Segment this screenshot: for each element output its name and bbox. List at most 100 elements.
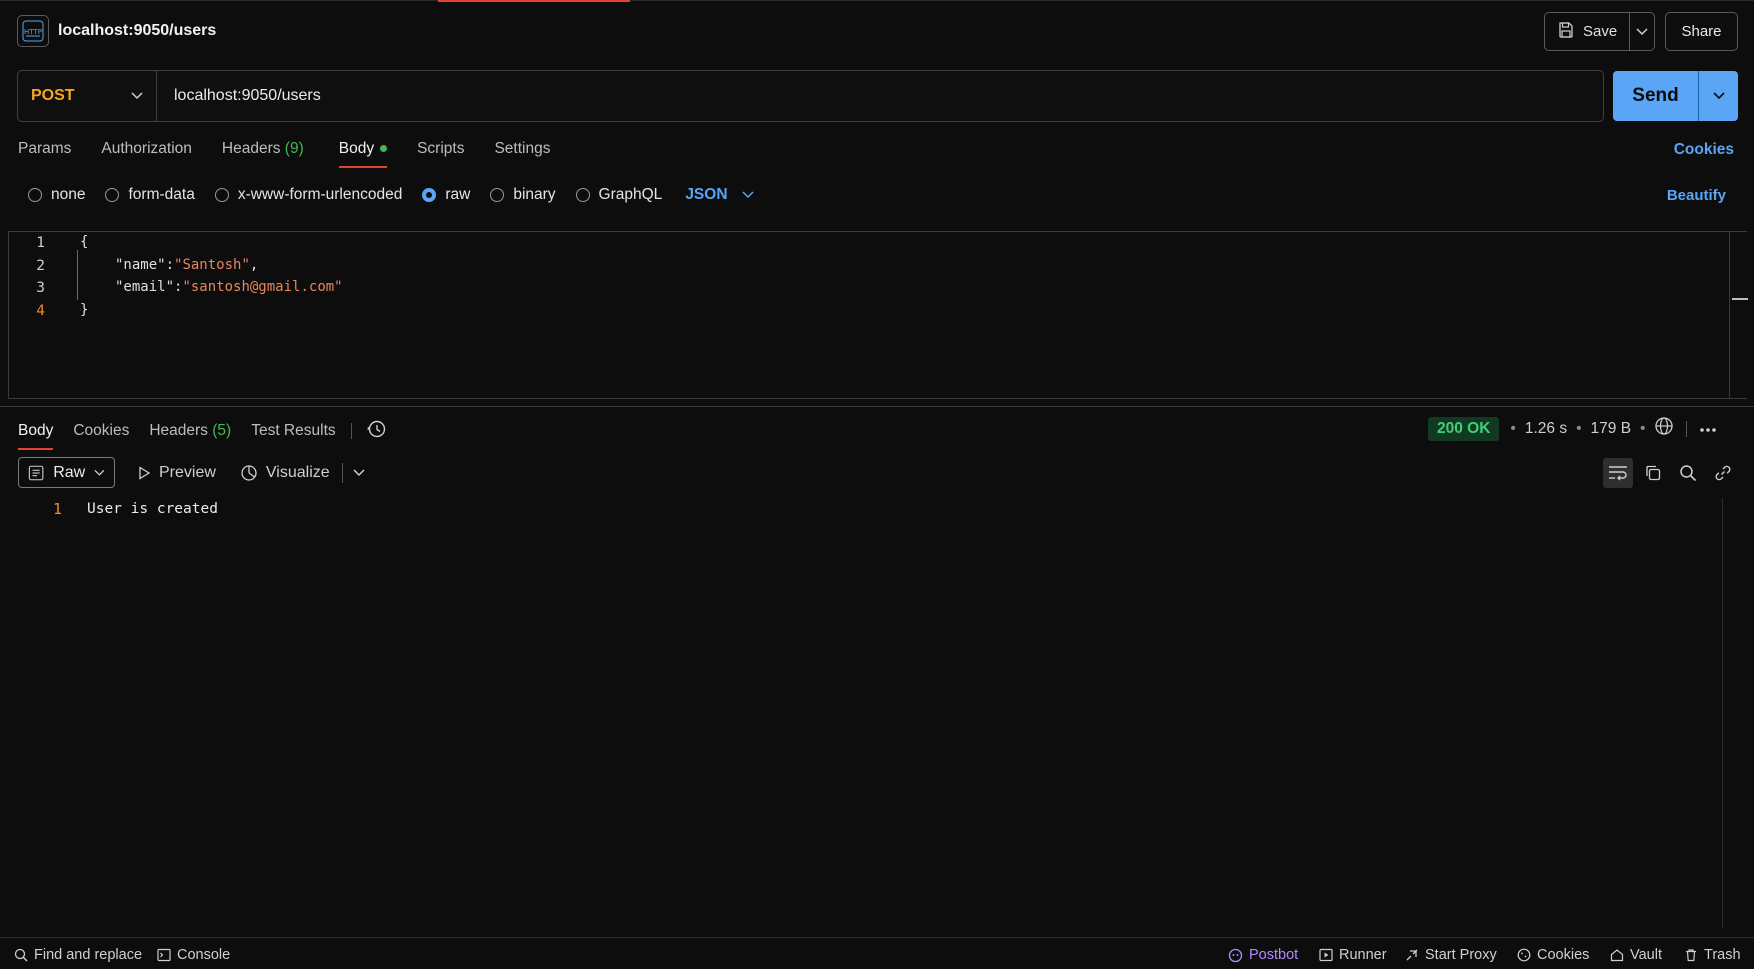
code-line-name: "name":"Santosh", <box>115 257 259 273</box>
radio-none[interactable]: none <box>28 186 85 204</box>
editor-line: 3 <box>36 280 45 296</box>
response-status-bar: 200 OK • 1.26 s • 179 B • <box>1428 416 1717 441</box>
tab-body[interactable]: Body <box>338 140 388 168</box>
cookie-icon <box>1517 948 1531 962</box>
preview-button[interactable]: Preview <box>137 464 216 482</box>
link-icon[interactable] <box>1708 458 1738 488</box>
radio-button[interactable] <box>28 188 42 202</box>
radio-raw[interactable]: raw <box>422 186 470 204</box>
vault-button[interactable]: Vault <box>1610 947 1662 963</box>
radio-button[interactable] <box>214 188 229 202</box>
method-label: POST <box>31 87 75 104</box>
save-button-group: Save <box>1544 12 1655 51</box>
visualize-button[interactable]: Visualize <box>240 464 330 482</box>
scroll-thumb[interactable] <box>1732 298 1748 300</box>
visualize-icon <box>241 464 257 481</box>
send-options-dropdown[interactable] <box>1698 71 1738 121</box>
chevron-down-icon <box>353 469 365 477</box>
console-button[interactable]: Console <box>157 947 230 963</box>
response-body-text[interactable]: User is created <box>87 501 218 517</box>
status-badge[interactable]: 200 OK <box>1428 416 1500 441</box>
save-label: Save <box>1583 23 1618 40</box>
response-size[interactable]: 179 B <box>1591 420 1632 438</box>
http-request-icon: HTTP <box>17 15 49 47</box>
vault-icon <box>1610 949 1624 962</box>
beautify-button[interactable]: Beautify <box>1667 187 1726 204</box>
raw-format-icon <box>28 465 44 480</box>
resp-tab-test-results[interactable]: Test Results <box>251 422 335 450</box>
editor-line: 2 <box>36 258 45 274</box>
format-select[interactable]: JSON <box>685 186 754 204</box>
tab-authorization[interactable]: Authorization <box>101 140 191 168</box>
radio-button[interactable] <box>575 188 590 202</box>
radio-form-data[interactable]: form-data <box>105 186 195 204</box>
resp-tab-cookies[interactable]: Cookies <box>73 422 129 450</box>
editor-scrollbar[interactable] <box>1729 232 1748 398</box>
save-button[interactable]: Save <box>1545 13 1631 50</box>
find-and-replace-button[interactable]: Find and replace <box>14 947 142 963</box>
response-divider[interactable] <box>0 406 1754 407</box>
status-bar: Find and replace Console Postbot Runner … <box>0 937 1754 969</box>
method-select[interactable]: POST <box>18 71 157 121</box>
copy-icon[interactable] <box>1638 458 1668 488</box>
chevron-down-icon <box>1636 27 1648 35</box>
resp-tab-headers[interactable]: Headers (5) <box>149 422 231 450</box>
share-button[interactable]: Share <box>1665 12 1738 51</box>
save-options-dropdown[interactable] <box>1630 13 1654 50</box>
tab-params[interactable]: Params <box>18 140 71 168</box>
response-actions <box>1603 458 1738 488</box>
tab-scripts[interactable]: Scripts <box>417 140 464 168</box>
radio-x-www-form-urlencoded[interactable]: x-www-form-urlencoded <box>214 186 402 204</box>
chevron-down-icon <box>742 191 754 199</box>
chevron-down-icon <box>131 92 143 100</box>
start-proxy-button[interactable]: Start Proxy <box>1405 947 1497 963</box>
body-modified-dot <box>380 145 388 153</box>
cookies-footer-button[interactable]: Cookies <box>1517 947 1589 963</box>
console-icon <box>157 948 171 962</box>
wrap-lines-icon[interactable] <box>1603 458 1633 488</box>
save-icon <box>1557 21 1575 43</box>
trash-button[interactable]: Trash <box>1684 947 1741 963</box>
tab-settings[interactable]: Settings <box>494 140 550 168</box>
chevron-down-icon <box>94 469 105 476</box>
runner-icon <box>1319 948 1333 962</box>
radio-button[interactable] <box>490 188 505 202</box>
request-url-bar: POST <box>17 70 1604 122</box>
visualize-options-dropdown[interactable] <box>353 464 365 481</box>
radio-button[interactable] <box>105 188 120 202</box>
response-scrollbar[interactable] <box>1722 498 1723 928</box>
body-type-selector: none form-data x-www-form-urlencoded raw… <box>28 186 754 204</box>
cookies-link[interactable]: Cookies <box>1674 141 1734 159</box>
code-brace-open: { <box>80 234 89 250</box>
response-body-line: 1 User is created <box>52 500 218 518</box>
history-icon[interactable] <box>367 419 387 453</box>
runner-button[interactable]: Runner <box>1319 947 1387 963</box>
divider <box>350 423 352 439</box>
indent-guide <box>77 250 78 300</box>
more-options-icon[interactable] <box>1699 420 1717 438</box>
divider <box>1686 420 1688 437</box>
request-body-editor[interactable] <box>8 231 1748 399</box>
search-icon <box>14 948 28 962</box>
search-icon[interactable] <box>1673 458 1703 488</box>
url-input[interactable] <box>157 87 1603 105</box>
resp-tab-body[interactable]: Body <box>18 422 54 450</box>
postbot-button[interactable]: Postbot <box>1228 947 1298 963</box>
response-tabs: Body Cookies Headers (5) Test Results <box>18 419 387 453</box>
globe-icon[interactable] <box>1654 416 1674 441</box>
response-time[interactable]: 1.26 s <box>1525 420 1567 438</box>
divider <box>341 462 343 483</box>
editor-line: 4 <box>36 303 45 319</box>
play-icon <box>139 465 151 480</box>
window-top-border <box>0 0 1754 1</box>
tab-headers[interactable]: Headers (9) <box>222 140 304 168</box>
request-title[interactable]: localhost:9050/users <box>58 22 216 40</box>
code-brace-close: } <box>80 302 89 318</box>
response-toolbar: Raw Preview Visualize <box>18 457 365 488</box>
radio-binary[interactable]: binary <box>490 186 556 204</box>
radio-button-selected[interactable] <box>422 188 437 202</box>
radio-graphql[interactable]: GraphQL <box>575 186 662 204</box>
view-mode-select[interactable]: Raw <box>18 457 115 488</box>
send-button[interactable]: Send <box>1613 71 1698 121</box>
postbot-icon <box>1228 948 1243 962</box>
